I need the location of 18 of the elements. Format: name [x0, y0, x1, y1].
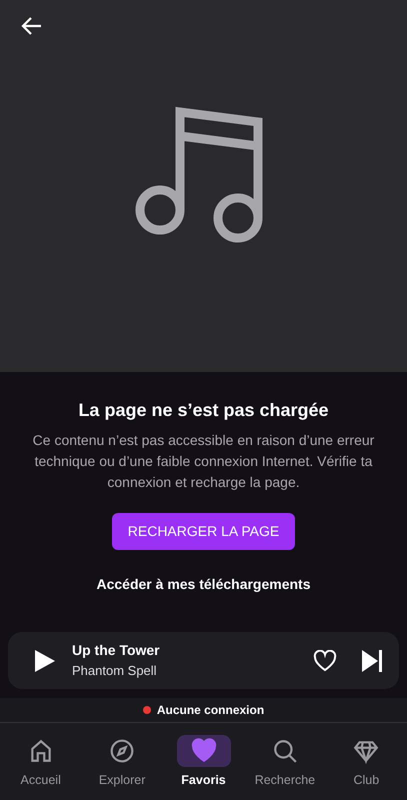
heart-icon [190, 738, 217, 764]
nav-tab[interactable]: Explorer [81, 735, 163, 800]
nav-tab[interactable]: Club [326, 735, 407, 800]
search-icon [272, 738, 298, 764]
reload-button[interactable]: RECHARGER LA PAGE [112, 512, 296, 550]
track-artist: Phantom Spell [72, 662, 158, 680]
like-button[interactable] [313, 650, 337, 672]
connection-status: Aucune connexion [156, 702, 264, 719]
nav-tab[interactable]: Recherche [244, 735, 326, 800]
skip-next-button[interactable] [361, 648, 383, 672]
error-title: La page ne s’est pas chargée [77, 400, 330, 422]
track-title: Up the Tower [72, 641, 161, 660]
nav-tab[interactable]: Favoris [162, 735, 244, 800]
compass-icon [109, 738, 136, 764]
error-message: Ce contenu n’est pas accessible en raison d’une erreur technique ou d’une faible connexion Internet. Vérifie ta connexion et recharge la page. [32, 430, 376, 492]
nav-tab[interactable]: Accueil [0, 735, 82, 800]
play-button[interactable] [34, 648, 56, 672]
downloads-link[interactable]: Accéder à mes téléchargements [96, 574, 310, 595]
